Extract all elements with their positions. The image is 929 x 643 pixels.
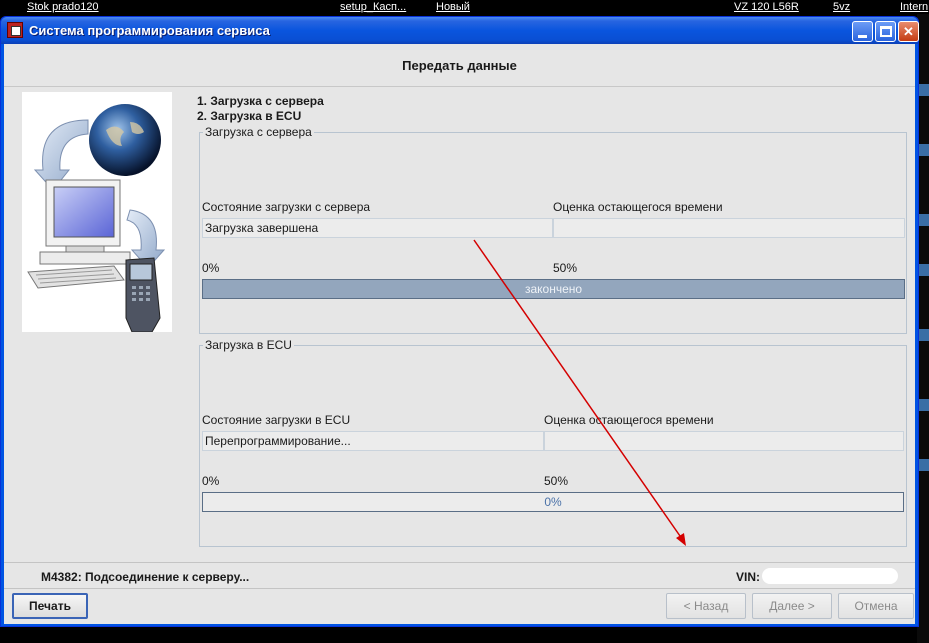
computer-globe-illustration — [22, 92, 172, 333]
background-item[interactable]: VZ 120 L56R — [734, 1, 799, 13]
ecu-download-group: Загрузка в ECU Состояние загрузки в ECU … — [199, 338, 907, 547]
background-item[interactable]: Intern — [900, 1, 928, 13]
background-item[interactable]: Новый — [436, 1, 470, 13]
server-state-label: Состояние загрузки с сервера — [202, 200, 371, 214]
desktop-icon[interactable] — [919, 459, 929, 471]
window-content: Передать данные 1. Загрузка с сервера 2.… — [4, 44, 915, 624]
step-item: 2. Загрузка в ECU — [197, 109, 302, 123]
group-title: Загрузка с сервера — [203, 125, 314, 139]
background-item[interactable]: setup_Касп... — [340, 1, 406, 13]
server-time-label: Оценка остающегося времени — [553, 200, 723, 214]
window-title: Система программирования сервиса — [29, 23, 270, 38]
vin-value-redacted — [762, 568, 898, 584]
desktop-icon[interactable] — [919, 264, 929, 276]
close-button[interactable]: ✕ — [898, 21, 919, 42]
group-title: Загрузка в ECU — [203, 338, 294, 352]
desktop-icon[interactable] — [919, 84, 929, 96]
background-item[interactable]: Stok prado120 — [27, 1, 99, 13]
progress-text: 0% — [544, 495, 562, 509]
application-window: Система программирования сервиса ✕ Перед… — [0, 16, 919, 627]
step-item: 1. Загрузка с сервера — [197, 94, 324, 108]
ecu-time-label: Оценка остающегося времени — [544, 413, 714, 427]
maximize-button[interactable] — [875, 21, 896, 42]
background-item[interactable]: 5vz — [833, 1, 850, 13]
globe-icon — [89, 104, 161, 176]
progress-start-label: 0% — [202, 474, 220, 488]
divider — [4, 86, 915, 87]
vin-label: VIN: — [736, 570, 760, 584]
app-icon[interactable] — [7, 22, 23, 38]
background-taskbar: Stok prado120 setup_Касп... Новый VZ 120… — [0, 0, 929, 14]
progress-mid-label: 50% — [544, 474, 569, 488]
ecu-progress-bar: 0% — [202, 492, 904, 512]
desktop-icon[interactable] — [919, 399, 929, 411]
status-message: M4382: Подсоединение к серверу... — [41, 570, 250, 584]
minimize-icon — [858, 35, 867, 38]
back-button[interactable]: < Назад — [666, 593, 746, 619]
page-title: Передать данные — [402, 58, 517, 73]
progress-mid-label: 50% — [553, 261, 578, 275]
divider — [4, 562, 915, 563]
cancel-button[interactable]: Отмена — [838, 593, 914, 619]
minimize-button[interactable] — [852, 21, 873, 42]
progress-text: закончено — [524, 282, 583, 296]
server-time-field — [553, 218, 905, 238]
ecu-state-label: Состояние загрузки в ECU — [202, 413, 351, 427]
desktop-icon[interactable] — [919, 214, 929, 226]
server-progress-bar: закончено — [202, 279, 905, 299]
server-state-field: Загрузка завершена — [202, 218, 553, 238]
steps-list: 1. Загрузка с сервера 2. Загрузка в ECU — [197, 94, 324, 124]
desktop-icon[interactable] — [919, 329, 929, 341]
divider — [4, 588, 915, 589]
next-button[interactable]: Далее > — [752, 593, 832, 619]
print-button[interactable]: Печать — [12, 593, 88, 619]
close-icon: ✕ — [903, 24, 914, 39]
desktop-icon[interactable] — [919, 144, 929, 156]
progress-start-label: 0% — [202, 261, 220, 275]
ecu-time-field — [544, 431, 904, 451]
ecu-state-field: Перепрограммирование... — [202, 431, 544, 451]
server-download-group: Загрузка с сервера Состояние загрузки с … — [199, 125, 907, 334]
title-bar[interactable]: Система программирования сервиса ✕ — [1, 17, 919, 44]
maximize-icon — [880, 26, 892, 37]
illustration-graphic — [27, 104, 166, 333]
